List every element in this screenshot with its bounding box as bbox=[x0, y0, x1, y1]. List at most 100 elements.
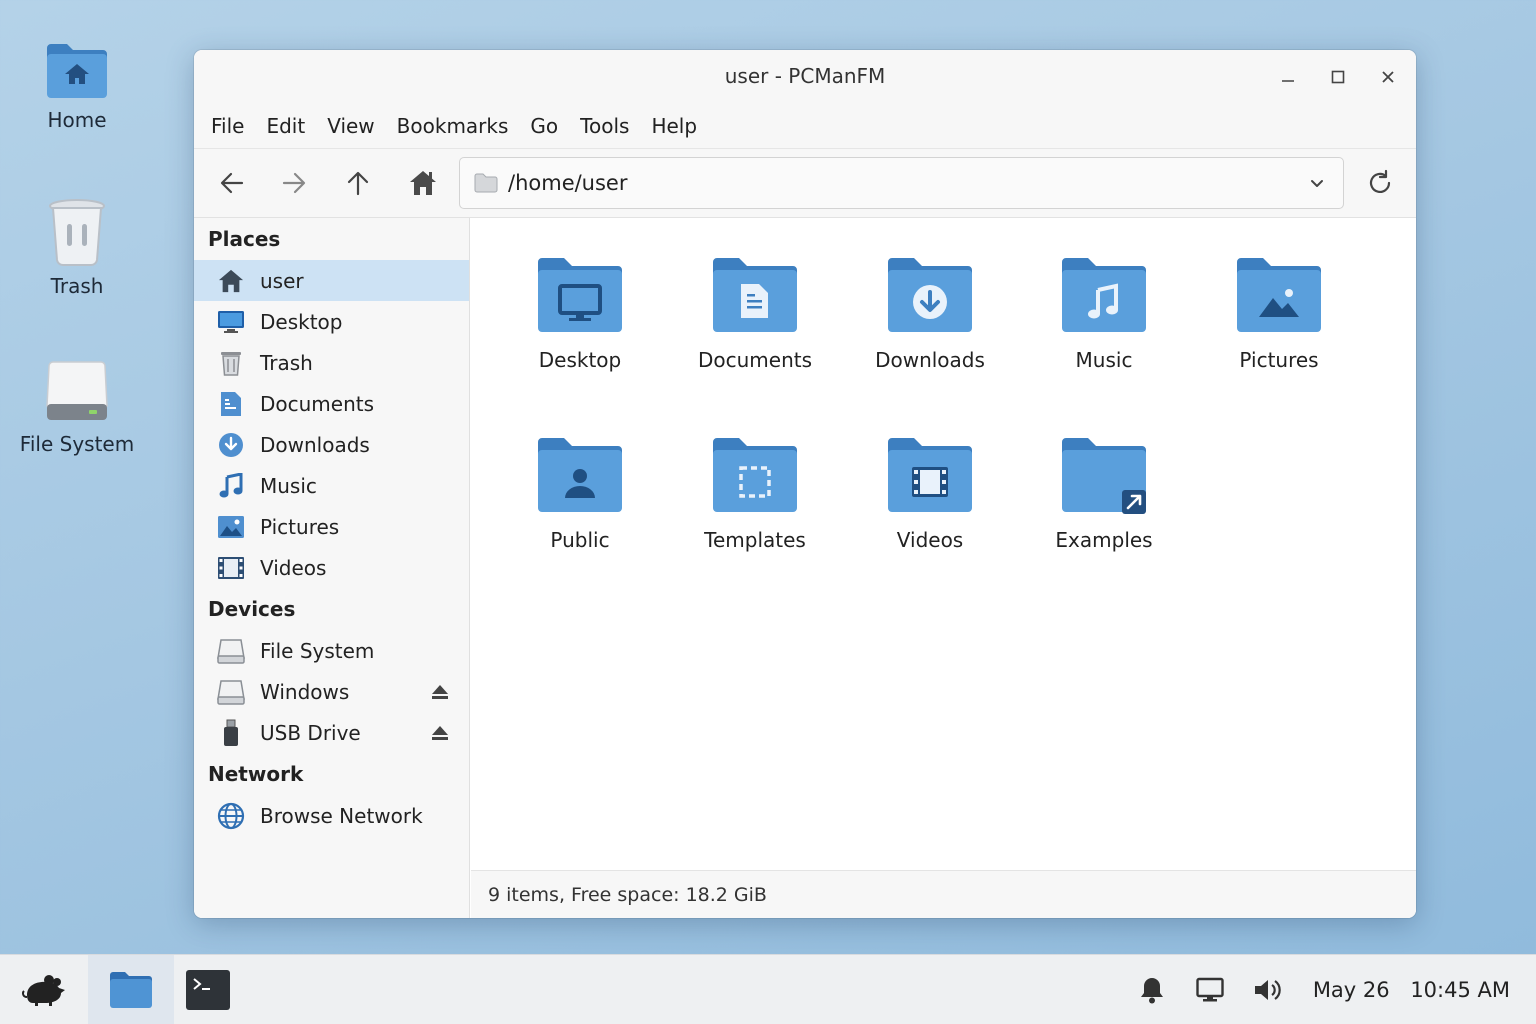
forward-button[interactable] bbox=[272, 163, 316, 203]
folder-item-music[interactable]: Music bbox=[1029, 256, 1179, 372]
folder-item-videos[interactable]: Videos bbox=[855, 436, 1005, 552]
download-icon bbox=[219, 432, 243, 457]
trash-icon bbox=[49, 199, 105, 266]
maximize-button[interactable] bbox=[1322, 62, 1354, 92]
toolbar: /home/user bbox=[194, 148, 1416, 218]
sidebar-item-desktop[interactable]: Desktop bbox=[194, 301, 469, 342]
menu-bookmarks[interactable]: Bookmarks bbox=[386, 108, 520, 144]
folder-item-desktop[interactable]: Desktop bbox=[505, 256, 655, 372]
close-button[interactable] bbox=[1372, 62, 1404, 92]
drive-icon bbox=[217, 638, 245, 664]
sidebar-item-pictures[interactable]: Pictures bbox=[194, 506, 469, 547]
usb-icon bbox=[224, 719, 238, 746]
folder-item-label: Examples bbox=[1055, 528, 1153, 552]
home-icon bbox=[410, 171, 436, 195]
sidebar-item-music[interactable]: Music bbox=[194, 465, 469, 506]
sidebar-item-windows[interactable]: Windows bbox=[194, 671, 469, 712]
taskbar-terminal-button[interactable] bbox=[176, 955, 240, 1024]
menu-view[interactable]: View bbox=[316, 108, 385, 144]
menu-edit[interactable]: Edit bbox=[255, 108, 316, 144]
sidebar-item-usb-drive[interactable]: USB Drive bbox=[194, 712, 469, 753]
globe-icon bbox=[217, 802, 245, 829]
side-pane: Places user Desktop Trash Documents Down… bbox=[194, 218, 470, 918]
folder-item-label: Documents bbox=[697, 348, 813, 372]
folder-item-label: Downloads bbox=[875, 348, 985, 372]
minimize-button[interactable] bbox=[1272, 62, 1304, 92]
menu-help[interactable]: Help bbox=[640, 108, 708, 144]
location-dropdown-button[interactable] bbox=[1291, 158, 1343, 208]
volume-button[interactable] bbox=[1239, 977, 1297, 1003]
folder-item-downloads[interactable]: Downloads bbox=[855, 256, 1005, 372]
reload-button[interactable] bbox=[1358, 163, 1402, 203]
folder-view[interactable]: Desktop Documents Downloads Music Pictur… bbox=[471, 218, 1416, 870]
folder-item-public[interactable]: Public bbox=[505, 436, 655, 552]
folder-item-label: Pictures bbox=[1239, 348, 1319, 372]
home-folder-icon bbox=[47, 44, 107, 98]
folder-item-documents[interactable]: Documents bbox=[680, 256, 830, 372]
monitor-icon bbox=[1196, 977, 1224, 1002]
folder-item-label: Videos bbox=[896, 528, 964, 552]
desktop-folder-icon bbox=[538, 258, 622, 332]
sidebar-item-browse-network[interactable]: Browse Network bbox=[194, 795, 469, 836]
sidebar-item-label: Browse Network bbox=[260, 803, 423, 828]
back-button[interactable] bbox=[210, 163, 254, 203]
home-button[interactable] bbox=[401, 163, 445, 203]
trash-icon bbox=[221, 351, 241, 376]
application-menu-button[interactable] bbox=[0, 955, 88, 1024]
sidebar-item-label: Music bbox=[260, 473, 317, 498]
desktop-icon-home[interactable]: Home bbox=[2, 40, 152, 132]
location-path[interactable]: /home/user bbox=[508, 171, 1291, 195]
eject-icon[interactable] bbox=[429, 681, 451, 703]
sidebar-item-user[interactable]: user bbox=[194, 260, 469, 301]
sidebar-item-downloads[interactable]: Downloads bbox=[194, 424, 469, 465]
sidebar-item-label: Windows bbox=[260, 679, 350, 704]
sidebar-item-label: Documents bbox=[260, 391, 375, 416]
chevron-down-icon bbox=[1311, 180, 1323, 187]
window-title: user - PCManFM bbox=[724, 64, 886, 88]
sidebar-item-label: Trash bbox=[260, 350, 313, 375]
maximize-icon bbox=[1331, 70, 1345, 84]
menu-file[interactable]: File bbox=[200, 108, 255, 144]
sidebar-item-trash[interactable]: Trash bbox=[194, 342, 469, 383]
eject-icon[interactable] bbox=[429, 722, 451, 744]
mouse-logo-icon bbox=[22, 975, 65, 1006]
up-button[interactable] bbox=[336, 163, 380, 203]
folder-item-pictures[interactable]: Pictures bbox=[1204, 256, 1354, 372]
arrow-right-icon bbox=[282, 172, 306, 194]
bell-icon bbox=[1140, 978, 1163, 1004]
places-header: Places bbox=[208, 227, 281, 251]
desktop-icon-file-system[interactable]: File System bbox=[2, 358, 152, 456]
drive-icon bbox=[46, 361, 108, 420]
folder-item-label: Music bbox=[1075, 348, 1133, 372]
location-bar[interactable]: /home/user bbox=[459, 157, 1344, 209]
sidebar-item-label: Desktop bbox=[260, 309, 343, 334]
desktop-icon-label: Home bbox=[47, 108, 107, 132]
taskbar-file-manager-button[interactable] bbox=[88, 955, 174, 1024]
sidebar-item-label: Downloads bbox=[260, 432, 370, 457]
minimize-icon bbox=[1282, 80, 1294, 82]
terminal-icon bbox=[186, 970, 230, 1010]
pictures-folder-icon bbox=[1237, 258, 1321, 332]
folder-item-label: Templates bbox=[704, 528, 806, 552]
sidebar-item-documents[interactable]: Documents bbox=[194, 383, 469, 424]
folder-item-templates[interactable]: Templates bbox=[680, 436, 830, 552]
devices-header: Devices bbox=[208, 597, 296, 621]
title-bar[interactable]: user - PCManFM bbox=[194, 50, 1416, 104]
folder-item-examples[interactable]: Examples bbox=[1029, 436, 1179, 552]
templates-folder-icon bbox=[713, 438, 797, 512]
sidebar-item-file-system[interactable]: File System bbox=[194, 630, 469, 671]
clock[interactable]: May 26 10:45 AM bbox=[1313, 978, 1510, 1002]
menu-tools[interactable]: Tools bbox=[569, 108, 640, 144]
desktop-icon-trash[interactable]: Trash bbox=[2, 196, 152, 298]
taskbar: May 26 10:45 AM bbox=[0, 954, 1536, 1024]
arrow-up-icon bbox=[347, 171, 369, 196]
notifications-button[interactable] bbox=[1123, 976, 1181, 1004]
status-bar: 9 items, Free space: 18.2 GiB bbox=[471, 870, 1416, 918]
drive-icon bbox=[217, 679, 245, 705]
menu-go[interactable]: Go bbox=[519, 108, 569, 144]
folder-item-label: Public bbox=[550, 528, 610, 552]
sidebar-item-videos[interactable]: Videos bbox=[194, 547, 469, 588]
documents-folder-icon bbox=[713, 258, 797, 332]
menu-bar: File Edit View Bookmarks Go Tools Help bbox=[194, 104, 1416, 148]
display-button[interactable] bbox=[1181, 977, 1239, 1003]
